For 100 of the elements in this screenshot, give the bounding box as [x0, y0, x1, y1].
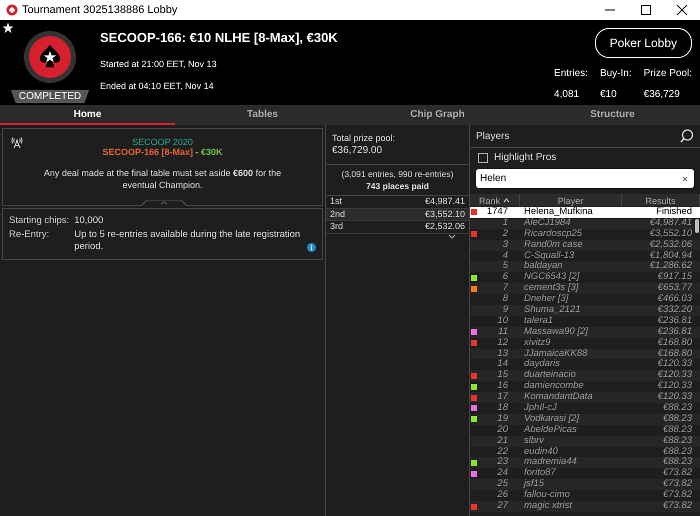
rank-cell-text: 1 [502, 218, 508, 229]
player-row[interactable]: 12 xivitz9 €168.80 [470, 338, 700, 349]
player-row[interactable]: 22 eudin40 €88.23 [470, 446, 700, 458]
separator: - [194, 147, 200, 157]
result-cell-text: €653.77 [656, 283, 692, 294]
payout-cell: €4,987.41 [424, 196, 465, 208]
player-cell-text: fallou-cimo [524, 490, 571, 501]
rank-cell-text: 24 [496, 468, 508, 479]
player-row[interactable]: 25 jsf15 €73.82 [470, 479, 700, 490]
result-cell-text: €168.80 [656, 348, 692, 359]
found-player-row[interactable]: 1747 Helena_Mufkina Finished [470, 207, 700, 218]
result-cell-text: €917.15 [656, 272, 692, 283]
rank-cell-text: 19 [496, 414, 508, 425]
player-cell-text: AleCJ1984 [524, 218, 572, 229]
chevron-down-icon[interactable] [447, 234, 457, 240]
checkbox[interactable] [478, 152, 488, 162]
column-header[interactable]: Player [558, 196, 584, 206]
player-row[interactable]: 8 Dneher [3] €466.03 [470, 294, 700, 306]
player-row[interactable]: 27 magic xtrist €73.82 [470, 501, 700, 512]
rank-cell-text: 15 [496, 370, 508, 381]
player-row[interactable]: 9 Shuma_2121 €332.20 [470, 305, 700, 316]
player-row[interactable]: 11 Massawa90 [2] €236.81 [470, 326, 700, 338]
detail-value: 10,000 [74, 215, 104, 227]
total-prize-value: €36,729.00 [332, 145, 384, 156]
player-row[interactable]: 7 cement3s [3] €653.77 [470, 283, 700, 294]
place-cell: 2nd [330, 208, 346, 220]
info-icon[interactable] [307, 242, 316, 252]
player-row[interactable]: 13 JJamaicaKK88 €168.80 [470, 348, 700, 360]
player-cell-text: NGC6543 [2] [524, 272, 580, 283]
broadcast-icon [11, 137, 23, 149]
player-row[interactable]: 23 madremia44 €88.23 [470, 457, 700, 468]
player-row[interactable]: 2 Ricardoscp25 €3,552.10 [470, 228, 700, 240]
player-cell-text: Helena_Mufkina [524, 207, 594, 218]
player-row[interactable]: 4 C-Squall-13 €1,804.94 [470, 250, 700, 262]
stat-value: €36,729 [644, 89, 681, 100]
rank-cell-text: 27 [496, 501, 508, 512]
result-cell-text: Finished [655, 207, 692, 218]
deal-note: Any deal made at the final table must set aside €600 for the eventual Champion. [42, 167, 282, 191]
stat-label: Entries: [554, 68, 588, 79]
result-cell-text: €1,804.94 [648, 250, 692, 261]
result-cell-text: €88.23 [662, 403, 692, 414]
result-cell-text: €88.23 [662, 436, 692, 447]
player-row[interactable]: 6 NGC6543 [2] €917.15 [470, 272, 700, 284]
result-cell-text: €236.81 [656, 326, 692, 338]
result-cell-text: €88.23 [662, 414, 692, 425]
detail-label: Starting chips: [9, 215, 70, 227]
rank-cell-text: 11 [497, 326, 508, 338]
player-row[interactable]: 14 daydaris €120.33 [470, 359, 700, 370]
rank-cell-text: 5 [502, 261, 508, 272]
scrollbar-thumb[interactable] [695, 219, 699, 233]
search-icon[interactable] [680, 129, 694, 143]
result-cell-text: €120.33 [656, 359, 692, 370]
player-row[interactable]: 20 AbeldePicas €88.23 [470, 424, 700, 436]
status-ribbon: COMPLETED [10, 90, 90, 103]
player-row[interactable]: 18 JphIl-cJ €88.23 [470, 403, 700, 414]
player-cell-text: magic xtrist [524, 501, 574, 512]
players-title: Players [476, 130, 510, 142]
player-row[interactable]: 15 duarteinacio €120.33 [470, 370, 700, 382]
player-row[interactable]: 5 baldayan €1,286.62 [470, 261, 700, 272]
poker-lobby-button[interactable]: Poker Lobby [594, 28, 692, 58]
result-cell-text: €236.81 [656, 316, 692, 327]
player-row[interactable]: 17 KomandantData €120.33 [470, 392, 700, 404]
start-time: Started at 21:00 EET, Nov 13 [100, 59, 218, 69]
app-logo-icon [6, 4, 18, 16]
spade-logo-icon [23, 30, 77, 84]
player-row[interactable]: 10 talera1 €236.81 [470, 316, 700, 327]
player-row[interactable]: 26 fallou-cimo €73.82 [470, 490, 700, 502]
result-cell-text: €88.23 [662, 457, 692, 468]
result-cell-text: €73.82 [662, 490, 692, 501]
rank-cell-text: 20 [496, 424, 508, 436]
rank-cell-text: 10 [496, 316, 508, 327]
rank-cell-text: 2 [502, 228, 508, 240]
player-row[interactable]: 16 damiencombe €120.33 [470, 381, 700, 392]
checkbox-label: Highlight Pros [494, 152, 556, 163]
entries-summary: (3,091 entries, 990 re-entries) [340, 169, 454, 179]
player-cell-text: JphIl-cJ [524, 403, 558, 414]
player-cell-text: xivitz9 [524, 338, 552, 349]
player-row[interactable]: 21 slbrv €88.23 [470, 436, 700, 447]
result-cell-text: €73.82 [662, 501, 692, 512]
total-prize-label: Total prize pool: [332, 133, 396, 143]
column-header[interactable]: Results [645, 196, 676, 206]
search-field[interactable]: Helen [476, 169, 694, 188]
result-cell-text: €1,286.62 [648, 261, 692, 272]
result-cell-text: €88.23 [662, 424, 692, 436]
column-header[interactable]: Rank [478, 196, 500, 206]
clear-icon[interactable] [682, 176, 688, 182]
player-row[interactable]: 3 Rand0m case €2,532.06 [470, 240, 700, 251]
result-cell-text: €332.20 [656, 305, 692, 316]
rank-cell-text: 14 [496, 359, 508, 370]
player-cell-text: madremia44 [524, 457, 578, 468]
player-cell-text: baldayan [524, 261, 564, 272]
player-row[interactable]: 24 forito87 €73.82 [470, 468, 700, 480]
player-cell-text: Ricardoscp25 [524, 228, 584, 240]
player-row[interactable]: 19 Vodkarasi [2] €88.23 [470, 414, 700, 425]
rank-cell: 1747 [486, 207, 508, 218]
rank-cell-text: 18 [496, 403, 508, 414]
favorite-star-icon[interactable] [2, 22, 14, 34]
payout-cell: €2,532.06 [424, 221, 465, 232]
rank-cell-text: 16 [496, 381, 508, 392]
result-cell-text: €3,552.10 [648, 228, 692, 240]
